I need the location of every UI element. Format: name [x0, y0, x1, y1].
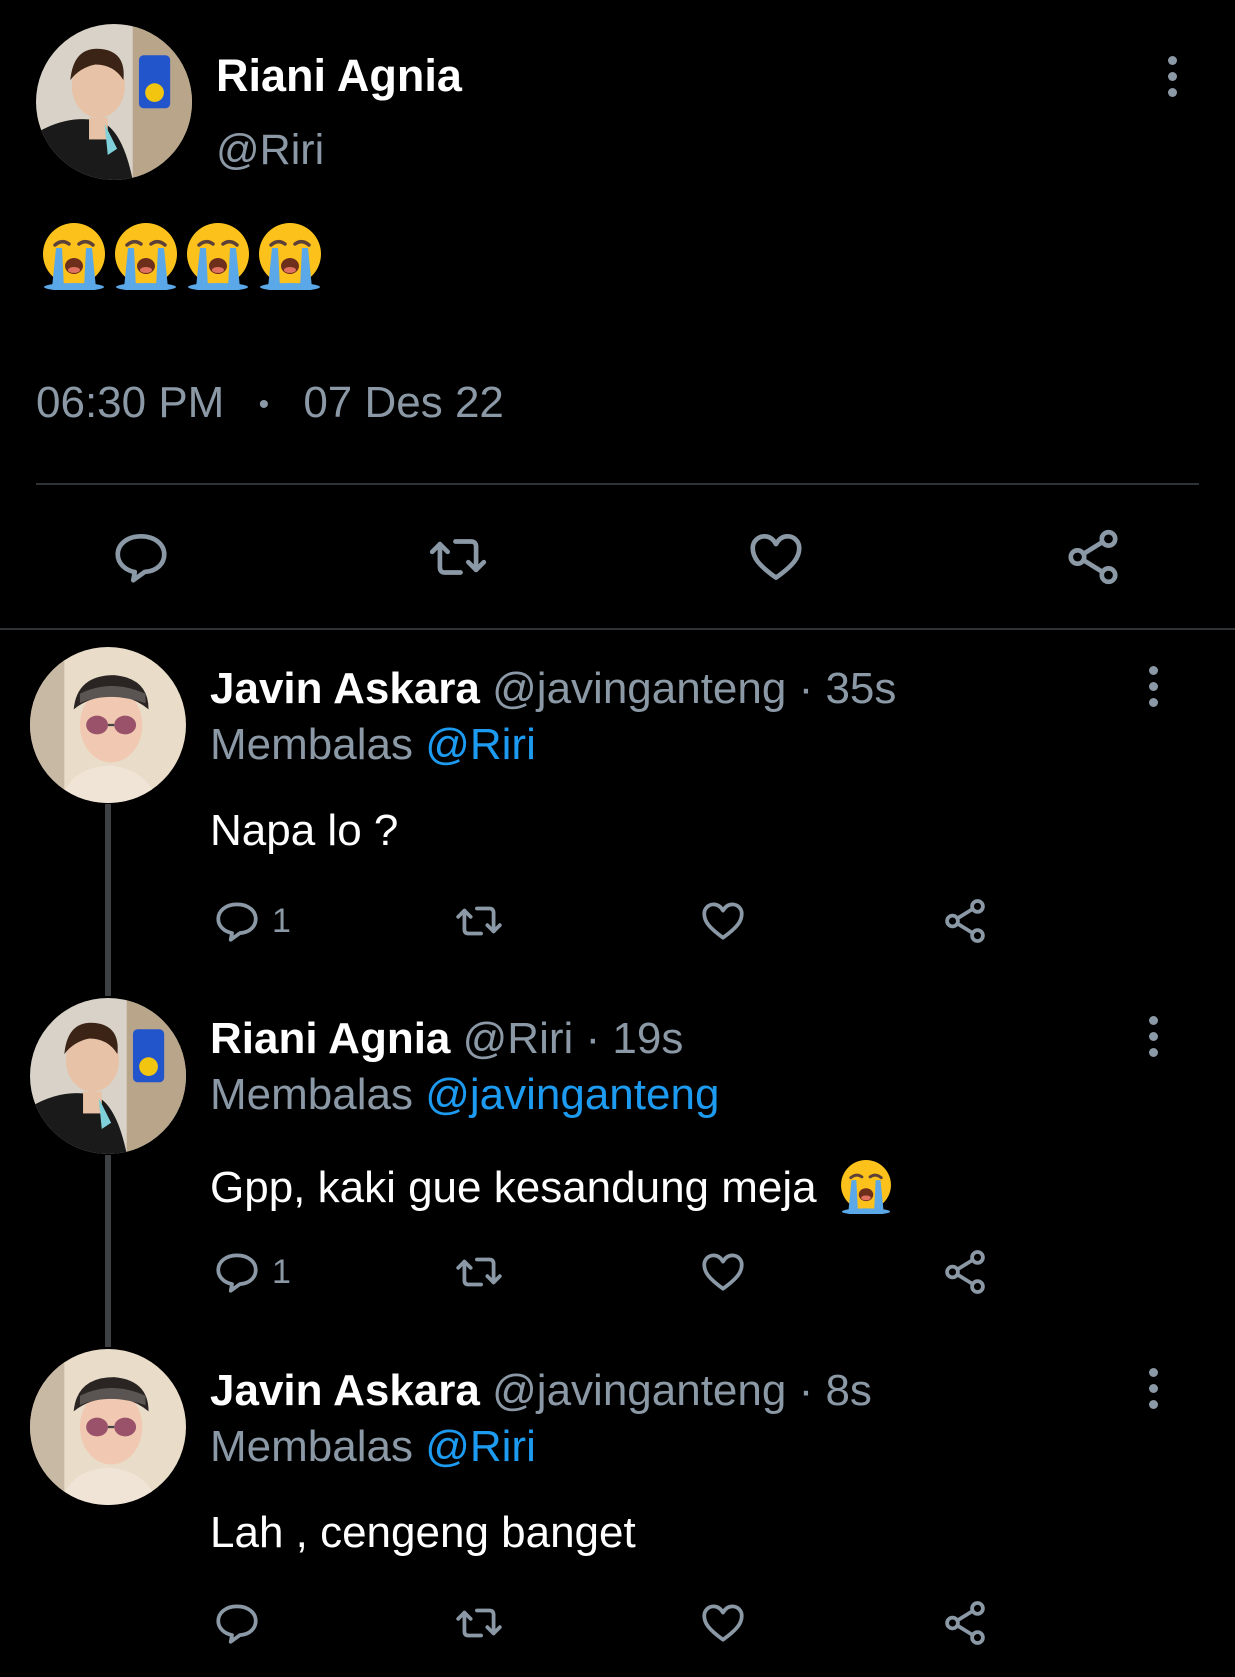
retweet-icon[interactable]: [452, 896, 506, 946]
share-icon[interactable]: [940, 1247, 990, 1297]
thread-line: [105, 804, 111, 996]
replying-to: Membalas @javinganteng: [210, 1070, 719, 1120]
crying-face-emoji: [837, 1156, 895, 1225]
crying-face-emoji: [38, 218, 110, 295]
reply-icon[interactable]: [212, 896, 262, 946]
retweet-icon[interactable]: [452, 1598, 506, 1648]
crying-face-emoji: [110, 218, 182, 295]
reply-author-handle[interactable]: @Riri: [463, 1014, 574, 1063]
mention-link[interactable]: @javinganteng: [425, 1070, 719, 1119]
author-handle[interactable]: @Riri: [216, 126, 324, 175]
like-icon[interactable]: [697, 1247, 749, 1297]
crying-face-emoji: [254, 218, 326, 295]
mention-link[interactable]: @Riri: [425, 1422, 536, 1471]
reply-time: · 35s: [798, 664, 897, 713]
replying-prefix: Membalas: [210, 1070, 413, 1119]
tweet-timestamp: 06:30 PM • 07 Des 22: [36, 378, 504, 428]
reply-author-name[interactable]: Javin Askara: [210, 664, 480, 713]
replying-prefix: Membalas: [210, 720, 413, 769]
share-icon[interactable]: [940, 896, 990, 946]
reply-author-handle[interactable]: @javinganteng: [492, 664, 786, 713]
reply-text: Lah , cengeng banget: [210, 1508, 636, 1557]
reply-text: Gpp, kaki gue kesandung meja: [210, 1163, 817, 1212]
share-icon[interactable]: [940, 1598, 990, 1648]
replying-to: Membalas @Riri: [210, 720, 536, 770]
avatar-riani[interactable]: [36, 24, 192, 180]
retweet-icon[interactable]: [425, 526, 491, 588]
reply-header: Javin Askara @javinganteng · 35s: [210, 664, 896, 714]
like-icon[interactable]: [697, 896, 749, 946]
tweet-emoji-content: [38, 218, 326, 295]
like-icon[interactable]: [697, 1598, 749, 1648]
reply-icon[interactable]: [212, 1247, 262, 1297]
reply-time: · 8s: [798, 1366, 872, 1415]
more-options-icon[interactable]: [1146, 1016, 1160, 1064]
reply-header: Javin Askara @javinganteng · 8s: [210, 1366, 872, 1416]
divider: [36, 483, 1199, 485]
reply-header: Riani Agnia @Riri · 19s: [210, 1014, 683, 1064]
reply-count: 1: [272, 902, 291, 940]
crying-face-emoji: [182, 218, 254, 295]
tweet-date: 07 Des 22: [303, 378, 504, 427]
avatar-riani[interactable]: [30, 998, 186, 1154]
reply-icon[interactable]: [110, 526, 172, 588]
more-options-icon[interactable]: [1165, 56, 1179, 104]
replying-prefix: Membalas: [210, 1422, 413, 1471]
reply-text: Napa lo ?: [210, 806, 399, 855]
separator-dot: •: [258, 388, 270, 422]
reply-icon[interactable]: [212, 1598, 262, 1648]
reply-text-row: Gpp, kaki gue kesandung meja: [210, 1156, 895, 1225]
thread-line: [105, 1155, 111, 1347]
avatar-javin[interactable]: [30, 1349, 186, 1505]
reply-count: 1: [272, 1253, 291, 1291]
replying-to: Membalas @Riri: [210, 1422, 536, 1472]
author-name[interactable]: Riani Agnia: [216, 50, 462, 102]
avatar-javin[interactable]: [30, 647, 186, 803]
reply-author-name[interactable]: Riani Agnia: [210, 1014, 450, 1063]
like-icon[interactable]: [744, 526, 808, 588]
divider: [0, 628, 1235, 630]
share-icon[interactable]: [1062, 526, 1124, 588]
mention-link[interactable]: @Riri: [425, 720, 536, 769]
tweet-time: 06:30 PM: [36, 378, 225, 427]
more-options-icon[interactable]: [1146, 1368, 1160, 1416]
retweet-icon[interactable]: [452, 1247, 506, 1297]
reply-time: · 19s: [585, 1014, 684, 1063]
reply-author-handle[interactable]: @javinganteng: [492, 1366, 786, 1415]
more-options-icon[interactable]: [1146, 666, 1160, 714]
reply-author-name[interactable]: Javin Askara: [210, 1366, 480, 1415]
